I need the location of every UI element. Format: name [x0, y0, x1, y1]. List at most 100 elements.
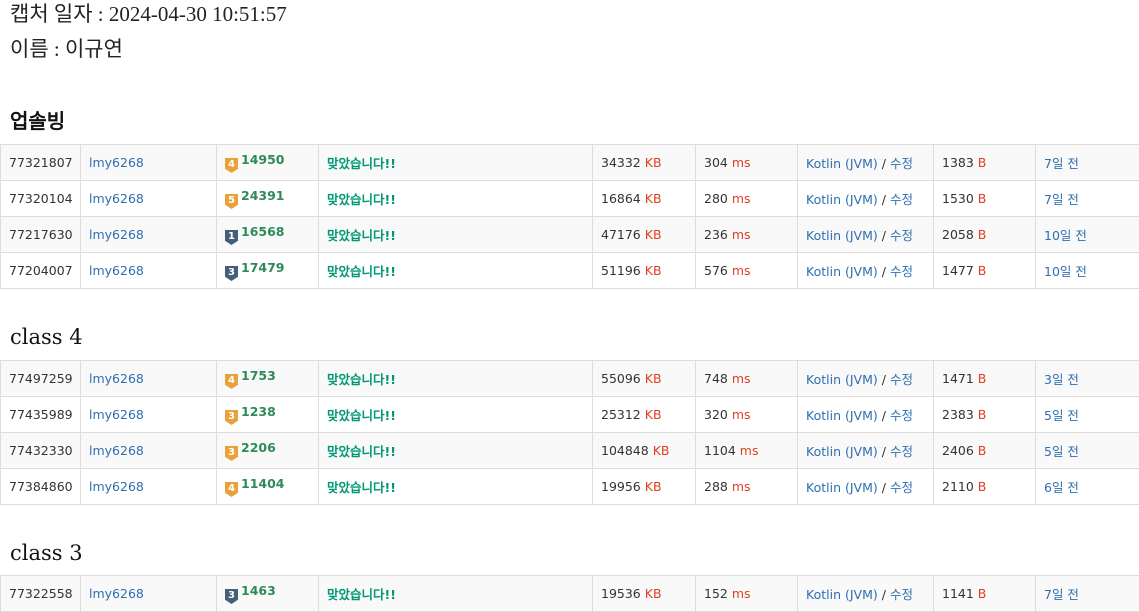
memory-value: 47176 — [601, 227, 641, 242]
memory-cell: 34332 KB — [592, 144, 696, 181]
edit-link[interactable]: 수정 — [890, 587, 913, 602]
memory-cell: 104848 KB — [592, 432, 696, 469]
problem-link[interactable]: 1753 — [241, 368, 276, 383]
submission-id: 77217630 — [0, 216, 81, 253]
memory-cell: 19536 KB — [592, 575, 696, 612]
submitted-time-link[interactable]: 7일 전 — [1044, 587, 1079, 602]
result-cell: 맞았습니다!! — [318, 252, 593, 289]
language-link[interactable]: Kotlin (JVM) — [806, 408, 878, 423]
language-link[interactable]: Kotlin (JVM) — [806, 480, 878, 495]
user-cell: lmy6268 — [80, 360, 217, 397]
tier-badge-icon: 3 — [225, 589, 238, 604]
user-link[interactable]: lmy6268 — [89, 227, 144, 242]
language-link[interactable]: Kotlin (JVM) — [806, 156, 878, 171]
edit-link[interactable]: 수정 — [890, 480, 913, 495]
page: 캡처 일자 : 2024-04-30 10:51:57 이름 : 이규연 업솔빙… — [0, 0, 1139, 612]
problem-cell: 1 16568 — [216, 216, 319, 253]
capture-date-line: 캡처 일자 : 2024-04-30 10:51:57 — [10, 2, 287, 26]
separator: / — [881, 228, 886, 243]
result-text: 맞았습니다!! — [327, 192, 396, 207]
language-cell: Kotlin (JVM) / 수정 — [797, 180, 934, 217]
problem-link[interactable]: 1238 — [241, 404, 276, 419]
submission-row: 77204007 lmy6268 3 17479 맞았습니다!! 51196 KB 576 … — [0, 252, 1139, 289]
submitted-time-link[interactable]: 3일 전 — [1044, 372, 1079, 387]
user-link[interactable]: lmy6268 — [89, 586, 144, 601]
submission-id: 77432330 — [0, 432, 81, 469]
memory-unit: KB — [644, 586, 662, 601]
problem-link[interactable]: 17479 — [241, 260, 285, 275]
submitted-time-link[interactable]: 7일 전 — [1044, 192, 1079, 207]
length-unit: B — [977, 479, 987, 494]
time-unit: ms — [731, 479, 751, 494]
edit-link[interactable]: 수정 — [890, 444, 913, 459]
result-text: 맞았습니다!! — [327, 444, 396, 459]
language-link[interactable]: Kotlin (JVM) — [806, 372, 878, 387]
problem-link[interactable]: 16568 — [241, 224, 285, 239]
memory-unit: KB — [644, 227, 662, 242]
length-cell: 2383 B — [933, 396, 1036, 433]
user-link[interactable]: lmy6268 — [89, 443, 144, 458]
tier-badge-icon: 5 — [225, 194, 238, 209]
length-value: 1477 — [942, 263, 974, 278]
submission-row: 77217630 lmy6268 1 16568 맞았습니다!! 47176 KB 236 … — [0, 216, 1139, 253]
language-link[interactable]: Kotlin (JVM) — [806, 587, 878, 602]
separator: / — [881, 444, 886, 459]
user-link[interactable]: lmy6268 — [89, 263, 144, 278]
submitted-time-link[interactable]: 10일 전 — [1044, 264, 1087, 279]
memory-unit: KB — [644, 155, 662, 170]
problem-link[interactable]: 14950 — [241, 152, 285, 167]
problem-cell: 5 24391 — [216, 180, 319, 217]
time-unit: ms — [731, 586, 751, 601]
problem-link[interactable]: 24391 — [241, 188, 285, 203]
language-link[interactable]: Kotlin (JVM) — [806, 264, 878, 279]
problem-link[interactable]: 2206 — [241, 440, 276, 455]
edit-link[interactable]: 수정 — [890, 192, 913, 207]
problem-link[interactable]: 1463 — [241, 583, 276, 598]
edit-link[interactable]: 수정 — [890, 264, 913, 279]
language-link[interactable]: Kotlin (JVM) — [806, 444, 878, 459]
length-value: 1141 — [942, 586, 974, 601]
section-title-class-4: class 4 — [10, 325, 83, 349]
problem-link[interactable]: 11404 — [241, 476, 285, 491]
memory-value: 55096 — [601, 371, 641, 386]
edit-link[interactable]: 수정 — [890, 408, 913, 423]
language-cell: Kotlin (JVM) / 수정 — [797, 396, 934, 433]
date-cell: 3일 전 — [1035, 360, 1139, 397]
user-link[interactable]: lmy6268 — [89, 371, 144, 386]
user-link[interactable]: lmy6268 — [89, 155, 144, 170]
time-value: 152 — [704, 586, 728, 601]
edit-link[interactable]: 수정 — [890, 156, 913, 171]
problem-cell: 3 17479 — [216, 252, 319, 289]
user-cell: lmy6268 — [80, 468, 217, 505]
language-link[interactable]: Kotlin (JVM) — [806, 228, 878, 243]
time-unit: ms — [731, 191, 751, 206]
memory-unit: KB — [644, 479, 662, 494]
time-value: 236 — [704, 227, 728, 242]
edit-link[interactable]: 수정 — [890, 228, 913, 243]
problem-cell: 3 1238 — [216, 396, 319, 433]
length-value: 2383 — [942, 407, 974, 422]
memory-cell: 51196 KB — [592, 252, 696, 289]
tier-badge-icon: 4 — [225, 482, 238, 497]
length-cell: 1477 B — [933, 252, 1036, 289]
separator: / — [881, 192, 886, 207]
date-cell: 7일 전 — [1035, 575, 1139, 612]
submitted-time-link[interactable]: 5일 전 — [1044, 444, 1079, 459]
submitted-time-link[interactable]: 10일 전 — [1044, 228, 1087, 243]
submitted-time-link[interactable]: 6일 전 — [1044, 480, 1079, 495]
edit-link[interactable]: 수정 — [890, 372, 913, 387]
submitted-time-link[interactable]: 5일 전 — [1044, 408, 1079, 423]
date-cell: 7일 전 — [1035, 144, 1139, 181]
user-link[interactable]: lmy6268 — [89, 191, 144, 206]
time-cell: 320 ms — [695, 396, 798, 433]
language-link[interactable]: Kotlin (JVM) — [806, 192, 878, 207]
result-cell: 맞았습니다!! — [318, 216, 593, 253]
length-value: 2058 — [942, 227, 974, 242]
memory-unit: KB — [644, 191, 662, 206]
time-cell: 576 ms — [695, 252, 798, 289]
user-link[interactable]: lmy6268 — [89, 479, 144, 494]
submitted-time-link[interactable]: 7일 전 — [1044, 156, 1079, 171]
user-link[interactable]: lmy6268 — [89, 407, 144, 422]
tier-badge-icon: 3 — [225, 410, 238, 425]
tier-badge-icon: 3 — [225, 446, 238, 461]
